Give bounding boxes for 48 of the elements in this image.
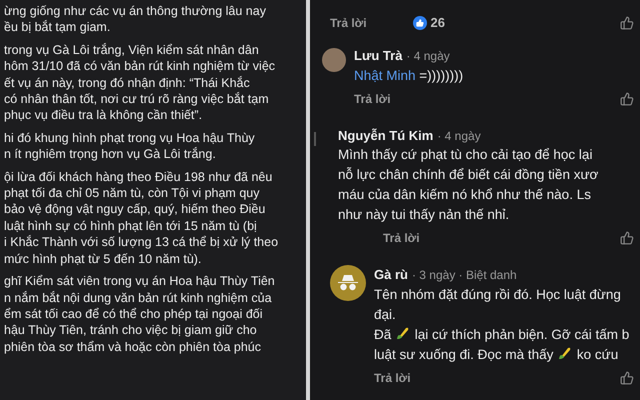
article-text-line: bảo vệ động vật nguy cấp, quý, hiếm theo Điều: [4, 201, 266, 218]
incognito-icon: [337, 274, 359, 292]
reply-link[interactable]: Trả lời: [383, 229, 420, 247]
reply-link[interactable]: Trả lời: [374, 368, 411, 386]
like-icon[interactable]: [620, 16, 634, 30]
like-icon[interactable]: [620, 92, 634, 106]
comment-text: đại.: [374, 306, 397, 324]
like-reaction-icon: [412, 16, 427, 30]
comment-text: như này tui thấy nản thế nhỉ.: [338, 206, 510, 224]
article-text-line: ều bị bắt tạm giam.: [4, 19, 112, 36]
article-text-line: hậu Thùy Tiên, tránh cho việc bị giam giữ cho: [4, 322, 258, 339]
comment-text: luật sư xuống đi. Đọc mà thấy ko cứu: [374, 344, 620, 364]
reply-link[interactable]: Trả lời: [354, 90, 391, 108]
article-text-line: phiên tòa sơ thẩm và hoặc còn phiên tòa phúc: [4, 338, 262, 356]
comment-text: máu của dân kiếm nó khổ như thế nào. Ls: [338, 186, 592, 204]
article-text-line: luật hình sự có hình phạt lên tới 15 năm tù (bị: [4, 218, 258, 234]
comment-author[interactable]: Lưu Trà: [354, 46, 402, 66]
comment-meta: · 4 ngày: [406, 48, 450, 65]
like-count: 26: [430, 14, 446, 32]
article-text-line: ội lừa đối khách hàng theo Điều 198 như đã nêu: [4, 168, 274, 186]
article-text-line: phạt tối đa chỉ 05 năm tù, còn Tội vi phạm quy: [4, 185, 260, 202]
comment-text: Mình thấy cứ phạt tù cho cải tạo để học lại: [338, 146, 594, 164]
reply-link[interactable]: Trả lời: [330, 14, 367, 32]
article-text-line: n ít nghiêm trọng hơn vụ Gà Lôi trắng.: [4, 146, 217, 163]
thread-line: [314, 132, 316, 146]
comment-meta: · 4 ngày: [437, 128, 481, 144]
article-text-line: ừng giống như các vụ án thông thường lâu nay: [4, 3, 267, 20]
comment-text: Đã lại cứ thích phản biện. Gỡ cái tấm b: [374, 324, 630, 344]
like-icon[interactable]: [620, 231, 634, 245]
article-text-line: n nắm bắt nội dung văn bản rút kinh nghiệm của: [4, 290, 273, 306]
article-text-line: hi đó khung hình phạt trong vụ Hoa hậu Thùy: [4, 130, 256, 146]
like-icon[interactable]: [620, 370, 634, 384]
article-text-line: ghĩ Kiểm sát viên trong vụ án Hoa hậu Thùy Tiên: [4, 273, 276, 290]
article-text-line: có nhân thân tốt, nơi cư trú rõ ràng việc bắt tạm: [4, 91, 270, 108]
article-text-line: phục vụ điều tra là không cần thiết”.: [4, 107, 204, 124]
article-text-line: hôm 31/10 đã có văn bản rút kinh nghiệm từ việc: [4, 58, 276, 75]
comment-text: nỗ lực chân chính để biết cái đồng tiền xươ: [338, 166, 600, 184]
comment-meta: · 3 ngày · Biệt danh: [412, 267, 517, 284]
article-text-line: ểm sát tối cao để có thể cho phép tại ngoại đối: [4, 306, 264, 322]
comment-text: Tên nhóm đặt đúng rồi đó. Học luật đừng: [374, 286, 622, 304]
article-text-line: trong vụ Gà Lôi trắng, Viện kiểm sát nhân dân: [4, 42, 260, 58]
comment-text: Nhật Minh =)))))))): [354, 66, 464, 85]
article-text-line: ết vụ án này, trong đó nhận định: “Thái Khắc: [4, 74, 251, 92]
avatar: [322, 48, 346, 72]
comment-author[interactable]: Gà rù: [374, 265, 408, 284]
comment-author[interactable]: Nguyễn Tú Kim: [338, 126, 434, 145]
article-text-line: i Khắc Thành với số lượng 13 cá thể bị xử lý theo: [4, 234, 280, 251]
article-text-line: mức hình phạt từ 5 đến 10 năm tù).: [4, 250, 202, 268]
